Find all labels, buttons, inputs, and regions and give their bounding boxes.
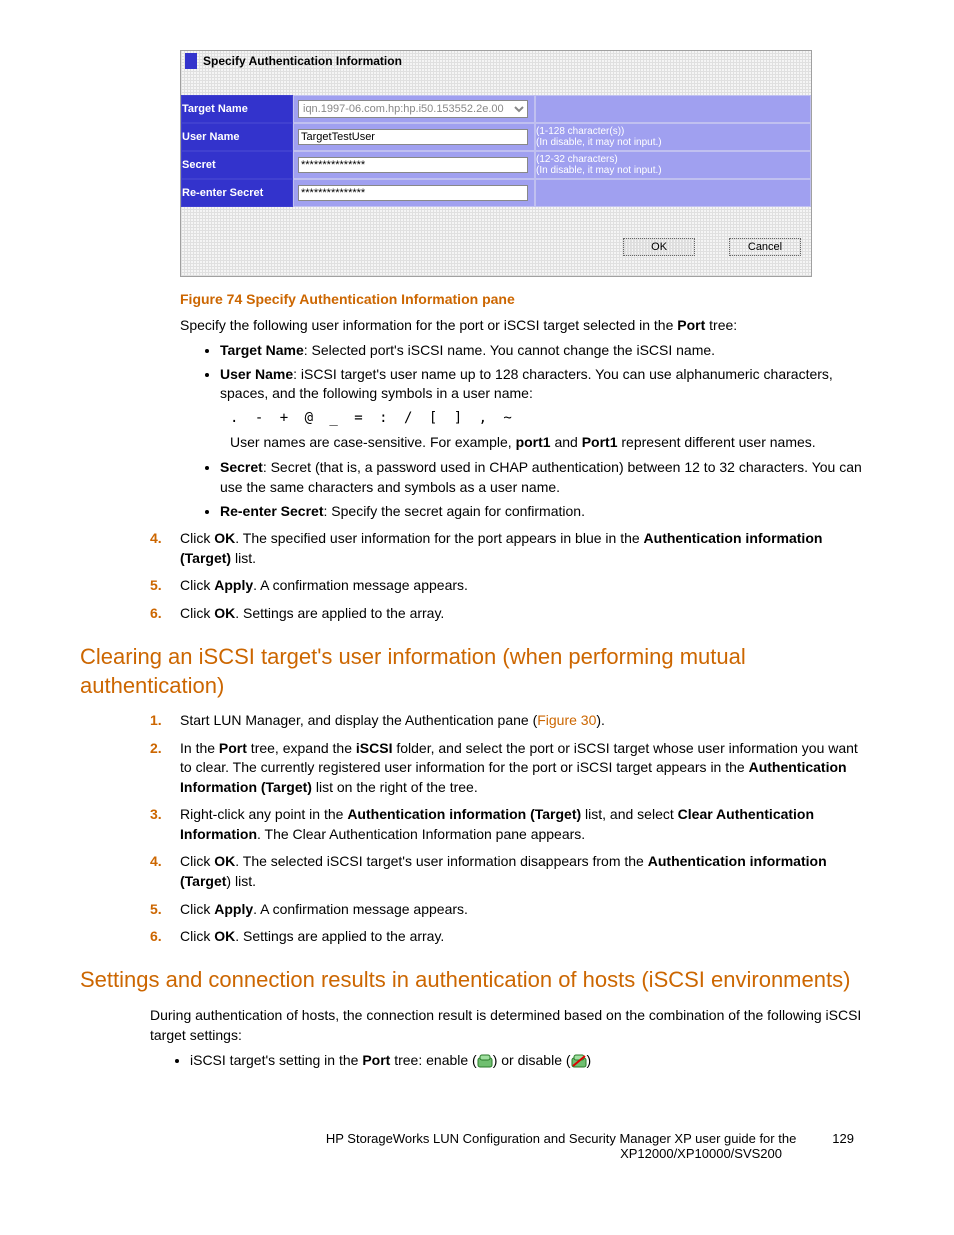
step-item: 6.Click OK. Settings are applied to the … [150, 604, 904, 624]
label-reenter-secret: Re-enter Secret [181, 179, 293, 207]
hint-user-name: (1-128 character(s)) (In disable, it may… [535, 123, 811, 151]
section-heading-settings: Settings and connection results in authe… [80, 965, 864, 995]
hint-secret: (12-32 characters) (In disable, it may n… [535, 151, 811, 179]
pane-title: Specify Authentication Information [203, 54, 402, 68]
auth-form-table: Target Name iqn.1997-06.com.hp:hp.i50.15… [181, 95, 811, 207]
hint-reenter [535, 179, 811, 207]
enable-icon [477, 1054, 493, 1068]
field-description-list: Target Name: Selected port's iSCSI name.… [200, 341, 904, 404]
pane-title-bar: Specify Authentication Information [181, 51, 811, 71]
user-name-input[interactable] [298, 129, 528, 145]
step-item: 4.Click OK. The specified user informati… [150, 529, 904, 568]
step-item: 3.Right-click any point in the Authentic… [150, 805, 904, 844]
secret-input[interactable] [298, 157, 528, 173]
field-bullet: Secret: Secret (that is, a password used… [220, 458, 904, 497]
title-marker-icon [185, 53, 197, 69]
footer-models: XP12000/XP10000/SVS200 [50, 1146, 904, 1161]
field-description-list-2: Secret: Secret (that is, a password used… [200, 458, 904, 521]
intro-paragraph: Specify the following user information f… [180, 315, 864, 335]
hint-target-name [535, 95, 811, 123]
step-item: 5.Click Apply. A confirmation message ap… [150, 576, 904, 596]
allowed-symbols: . - + @ _ = : / [ ] , ~ [230, 410, 904, 426]
figure-caption: Figure 74 Specify Authentication Informa… [180, 291, 904, 307]
ok-button[interactable]: OK [623, 238, 695, 256]
step-item: 1.Start LUN Manager, and display the Aut… [150, 711, 904, 731]
cancel-button[interactable]: Cancel [729, 238, 801, 256]
reenter-secret-input[interactable] [298, 185, 528, 201]
step-item: 5.Click Apply. A confirmation message ap… [150, 900, 904, 920]
label-user-name: User Name [181, 123, 293, 151]
settings-intro-paragraph: During authentication of hosts, the conn… [150, 1005, 864, 1046]
case-sensitivity-note: User names are case-sensitive. For examp… [230, 432, 864, 452]
page-footer: HP StorageWorks LUN Configuration and Se… [50, 1131, 904, 1161]
label-target-name: Target Name [181, 95, 293, 123]
section-heading-clearing: Clearing an iSCSI target's user informat… [80, 642, 864, 701]
step-item: 4.Click OK. The selected iSCSI target's … [150, 852, 904, 891]
step-item: 2.In the Port tree, expand the iSCSI fol… [150, 739, 904, 798]
target-name-select[interactable]: iqn.1997-06.com.hp:hp.i50.153552.2e.00 [298, 100, 528, 118]
page-number: 129 [832, 1131, 854, 1146]
field-bullet: Re-enter Secret: Specify the secret agai… [220, 502, 904, 522]
disable-icon [571, 1054, 587, 1068]
field-bullet: Target Name: Selected port's iSCSI name.… [220, 341, 904, 361]
field-bullet: User Name: iSCSI target's user name up t… [220, 365, 904, 404]
auth-info-pane: Specify Authentication Information Targe… [180, 50, 812, 277]
footer-title: HP StorageWorks LUN Configuration and Se… [326, 1131, 796, 1146]
step-item: 6.Click OK. Settings are applied to the … [150, 927, 904, 947]
iscsi-setting-bullet: iSCSI target's setting in the Port tree:… [190, 1051, 904, 1071]
label-secret: Secret [181, 151, 293, 179]
procedure-steps-b: 1.Start LUN Manager, and display the Aut… [150, 711, 904, 947]
procedure-steps-a: 4.Click OK. The specified user informati… [150, 529, 904, 623]
